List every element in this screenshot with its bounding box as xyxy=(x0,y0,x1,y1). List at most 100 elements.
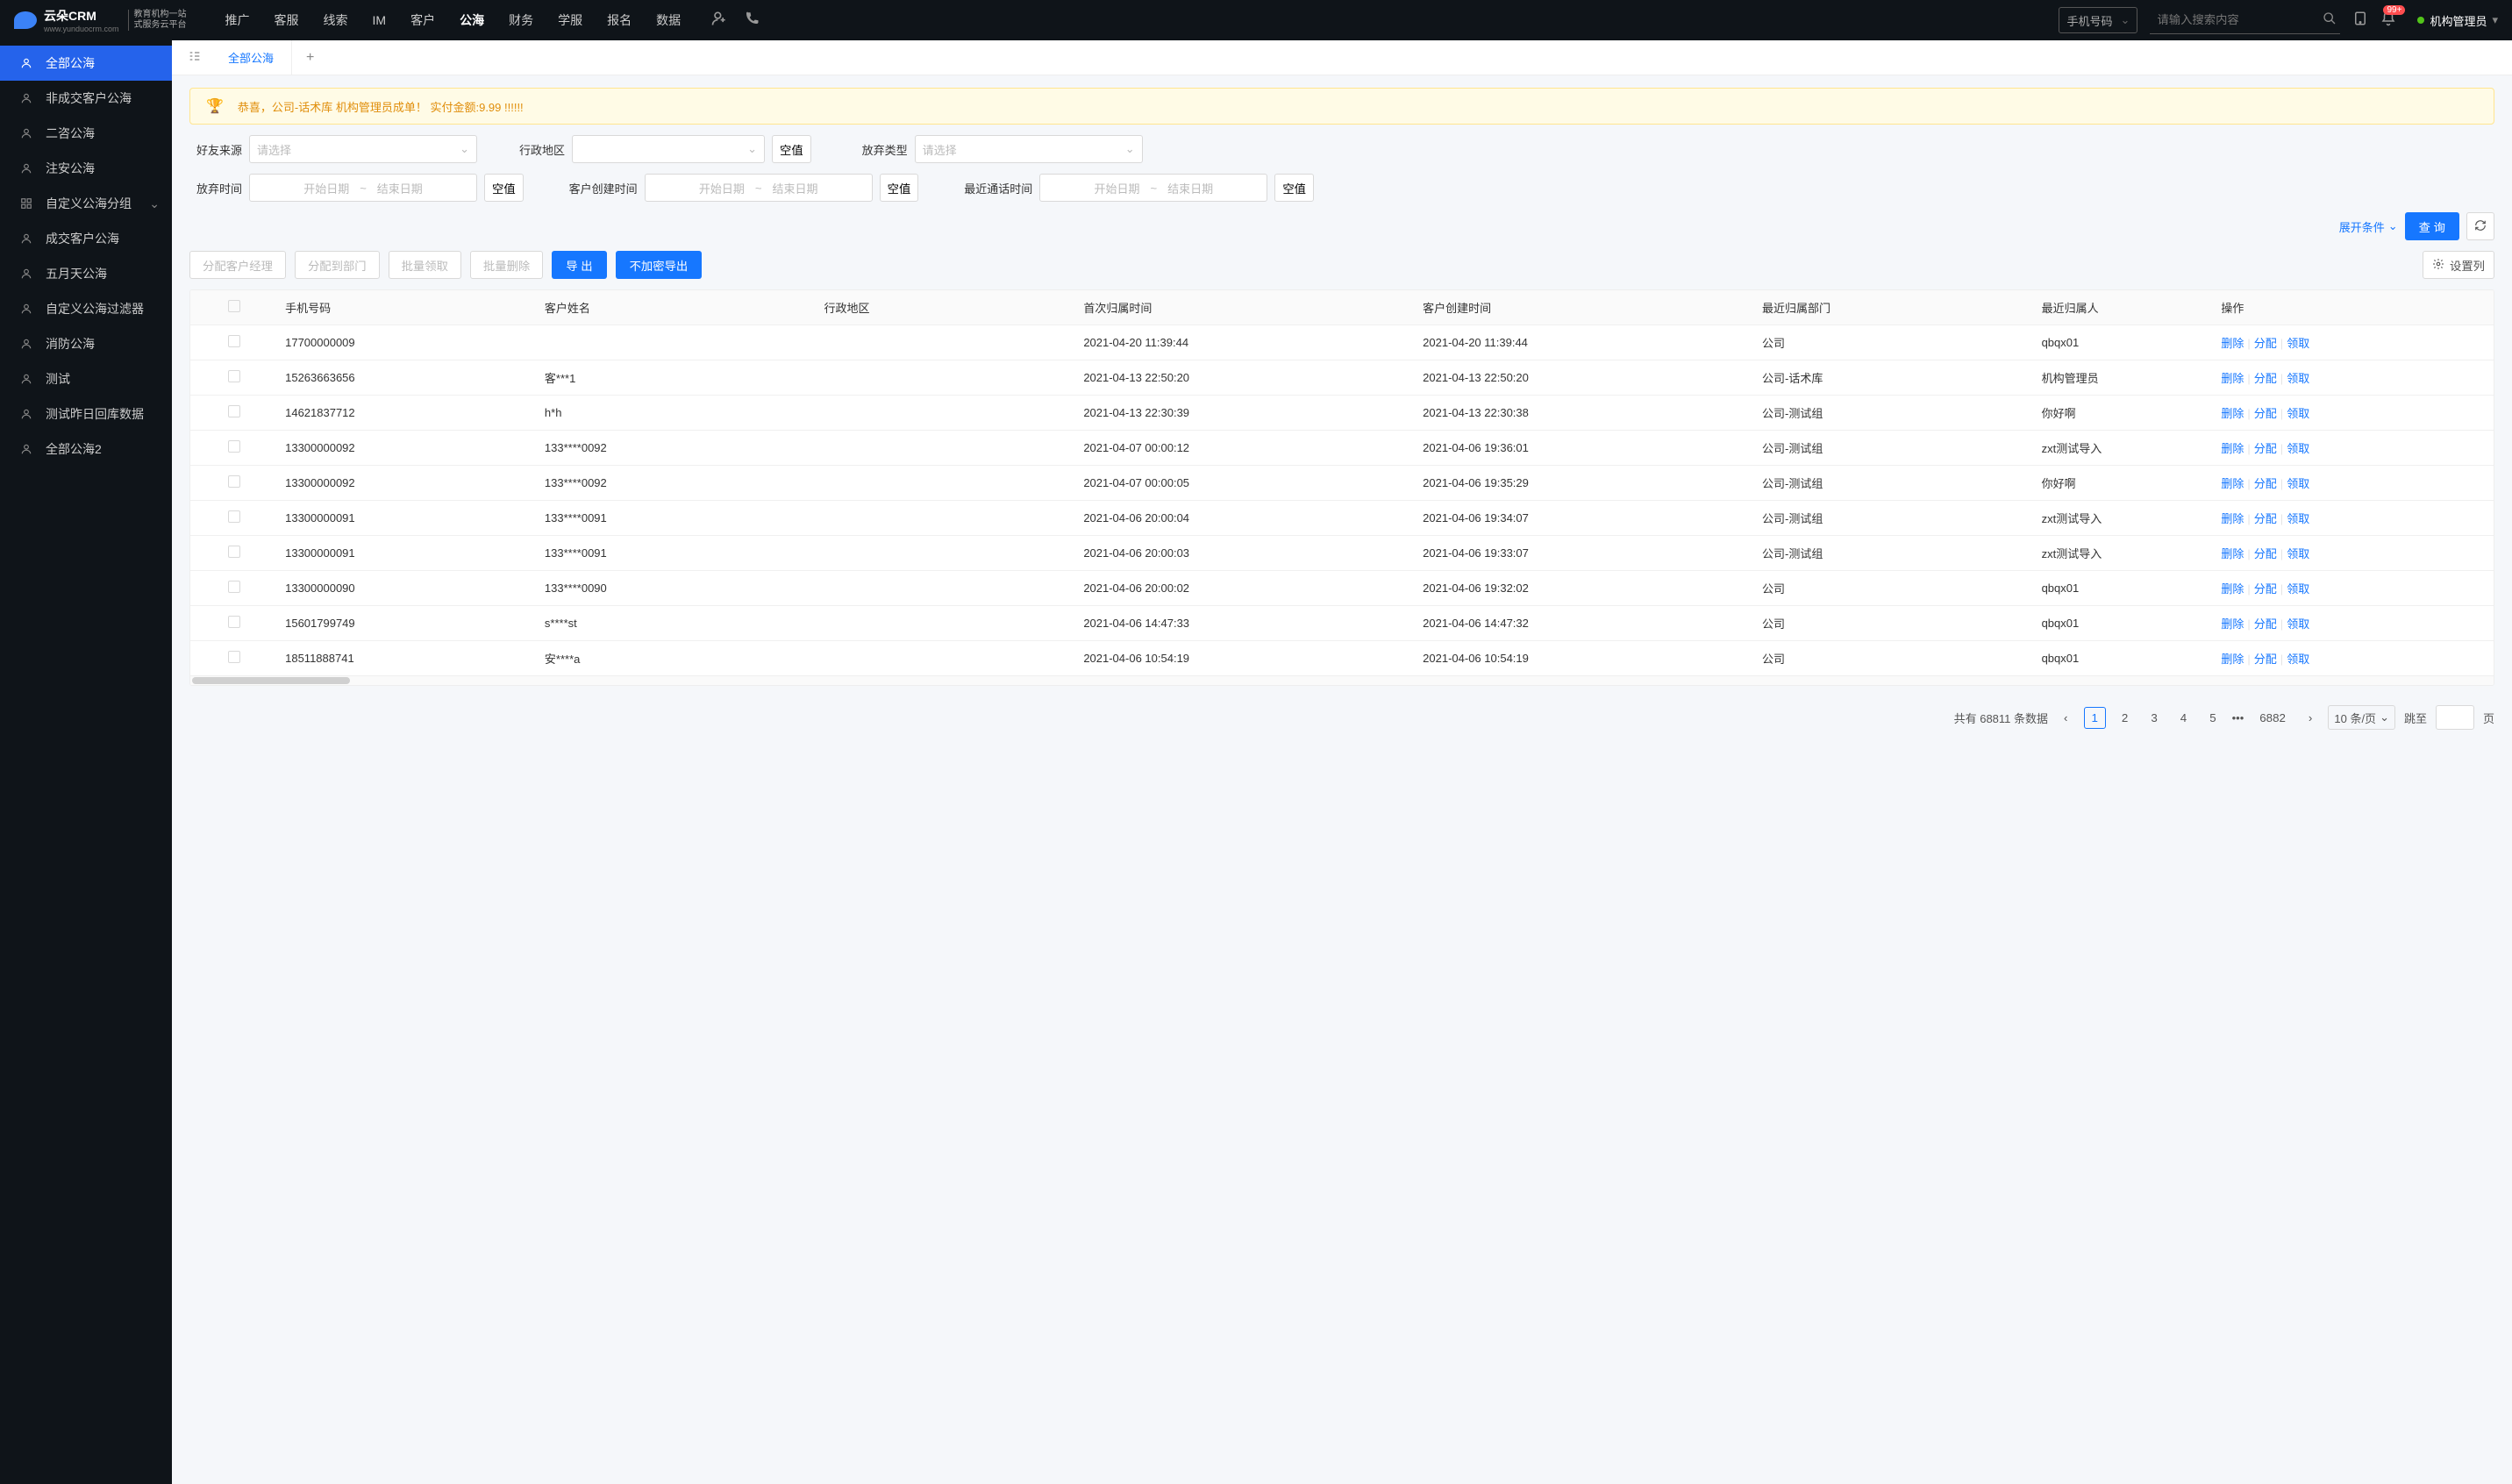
sidebar-item-0[interactable]: 全部公海 xyxy=(0,46,172,81)
nav-报名[interactable]: 报名 xyxy=(595,0,644,40)
tablet-icon[interactable] xyxy=(2352,11,2368,31)
op-claim[interactable]: 领取 xyxy=(2287,442,2309,455)
row-checkbox[interactable] xyxy=(228,475,240,488)
sidebar-item-2[interactable]: 二咨公海 xyxy=(0,116,172,151)
op-delete[interactable]: 删除 xyxy=(2221,337,2244,350)
add-user-icon[interactable] xyxy=(710,10,728,32)
sidebar-item-5[interactable]: 成交客户公海 xyxy=(0,221,172,256)
op-delete[interactable]: 删除 xyxy=(2221,582,2244,596)
op-assign[interactable]: 分配 xyxy=(2254,653,2277,666)
op-assign[interactable]: 分配 xyxy=(2254,512,2277,525)
op-claim[interactable]: 领取 xyxy=(2287,617,2309,631)
op-claim[interactable]: 领取 xyxy=(2287,582,2309,596)
op-delete[interactable]: 删除 xyxy=(2221,442,2244,455)
assign-manager-button[interactable]: 分配客户经理 xyxy=(189,251,286,279)
nav-客服[interactable]: 客服 xyxy=(262,0,311,40)
op-assign[interactable]: 分配 xyxy=(2254,442,2277,455)
sidebar-item-6[interactable]: 五月天公海 xyxy=(0,256,172,291)
abandon-time-range[interactable]: 开始日期~结束日期 xyxy=(249,174,477,202)
select-all-checkbox[interactable] xyxy=(228,300,240,312)
page-last[interactable]: 6882 xyxy=(2252,708,2293,728)
search-input[interactable] xyxy=(2150,7,2319,33)
page-4[interactable]: 4 xyxy=(2173,708,2194,728)
op-claim[interactable]: 领取 xyxy=(2287,477,2309,490)
op-claim[interactable]: 领取 xyxy=(2287,547,2309,560)
region-null-button[interactable]: 空值 xyxy=(772,135,811,163)
row-checkbox[interactable] xyxy=(228,651,240,663)
batch-delete-button[interactable]: 批量删除 xyxy=(470,251,543,279)
row-checkbox[interactable] xyxy=(228,581,240,593)
page-1[interactable]: 1 xyxy=(2084,707,2106,729)
search-icon[interactable] xyxy=(2323,11,2337,28)
op-delete[interactable]: 删除 xyxy=(2221,477,2244,490)
sidebar-item-4[interactable]: 自定义公海分组⌄ xyxy=(0,186,172,221)
bell-icon[interactable]: 99+ xyxy=(2380,11,2396,31)
prev-page-button[interactable]: ‹ xyxy=(2057,708,2074,728)
op-assign[interactable]: 分配 xyxy=(2254,617,2277,631)
op-claim[interactable]: 领取 xyxy=(2287,407,2309,420)
filter-source-select[interactable]: 请选择⌄ xyxy=(249,135,477,163)
op-delete[interactable]: 删除 xyxy=(2221,512,2244,525)
row-checkbox[interactable] xyxy=(228,405,240,417)
sidebar-item-1[interactable]: 非成交客户公海 xyxy=(0,81,172,116)
abandon-time-null-button[interactable]: 空值 xyxy=(484,174,524,202)
tab-add-button[interactable]: + xyxy=(292,50,328,66)
sidebar-item-11[interactable]: 全部公海2 xyxy=(0,432,172,467)
op-assign[interactable]: 分配 xyxy=(2254,407,2277,420)
tab-list-icon[interactable] xyxy=(179,49,211,66)
op-claim[interactable]: 领取 xyxy=(2287,512,2309,525)
row-checkbox[interactable] xyxy=(228,510,240,523)
nav-数据[interactable]: 数据 xyxy=(644,0,693,40)
op-claim[interactable]: 领取 xyxy=(2287,337,2309,350)
nav-学服[interactable]: 学服 xyxy=(546,0,595,40)
filter-abandon-type-select[interactable]: 请选择⌄ xyxy=(915,135,1143,163)
op-assign[interactable]: 分配 xyxy=(2254,547,2277,560)
sidebar-item-7[interactable]: 自定义公海过滤器 xyxy=(0,291,172,326)
sidebar-item-8[interactable]: 消防公海 xyxy=(0,326,172,361)
nav-客户[interactable]: 客户 xyxy=(398,0,447,40)
op-delete[interactable]: 删除 xyxy=(2221,372,2244,385)
op-delete[interactable]: 删除 xyxy=(2221,547,2244,560)
create-time-null-button[interactable]: 空值 xyxy=(880,174,919,202)
search-button[interactable]: 查 询 xyxy=(2405,212,2459,240)
nav-财务[interactable]: 财务 xyxy=(496,0,546,40)
filter-region-select[interactable]: ⌄ xyxy=(572,135,765,163)
last-call-range[interactable]: 开始日期~结束日期 xyxy=(1039,174,1267,202)
expand-filters-link[interactable]: 展开条件 ⌄ xyxy=(2339,218,2398,235)
page-size-select[interactable]: 10 条/页⌄ xyxy=(2328,705,2395,730)
sidebar-item-9[interactable]: 测试 xyxy=(0,361,172,396)
op-assign[interactable]: 分配 xyxy=(2254,372,2277,385)
logo[interactable]: 云朵CRM www.yunduocrm.com 教育机构一站 式服务云平台 xyxy=(14,7,187,33)
next-page-button[interactable]: › xyxy=(2301,708,2319,728)
op-assign[interactable]: 分配 xyxy=(2254,582,2277,596)
export-button[interactable]: 导 出 xyxy=(552,251,606,279)
search-type-select[interactable]: 手机号码 ⌄ xyxy=(2059,7,2137,33)
page-3[interactable]: 3 xyxy=(2144,708,2164,728)
export-plain-button[interactable]: 不加密导出 xyxy=(616,251,703,279)
sidebar-item-3[interactable]: 注安公海 xyxy=(0,151,172,186)
tab-all-pool[interactable]: 全部公海 xyxy=(211,40,292,75)
op-claim[interactable]: 领取 xyxy=(2287,372,2309,385)
sidebar-item-10[interactable]: 测试昨日回库数据 xyxy=(0,396,172,432)
op-delete[interactable]: 删除 xyxy=(2221,617,2244,631)
op-delete[interactable]: 删除 xyxy=(2221,407,2244,420)
nav-公海[interactable]: 公海 xyxy=(447,0,496,40)
row-checkbox[interactable] xyxy=(228,616,240,628)
nav-推广[interactable]: 推广 xyxy=(213,0,262,40)
user-menu[interactable]: 机构管理员 ▾ xyxy=(2417,12,2498,29)
row-checkbox[interactable] xyxy=(228,335,240,347)
batch-claim-button[interactable]: 批量领取 xyxy=(389,251,461,279)
set-columns-button[interactable]: 设置列 xyxy=(2423,251,2494,279)
page-2[interactable]: 2 xyxy=(2115,708,2135,728)
nav-IM[interactable]: IM xyxy=(360,0,399,40)
last-call-null-button[interactable]: 空值 xyxy=(1274,174,1314,202)
create-time-range[interactable]: 开始日期~结束日期 xyxy=(645,174,873,202)
row-checkbox[interactable] xyxy=(228,370,240,382)
row-checkbox[interactable] xyxy=(228,546,240,558)
jump-input[interactable] xyxy=(2436,705,2474,730)
nav-线索[interactable]: 线索 xyxy=(311,0,360,40)
op-claim[interactable]: 领取 xyxy=(2287,653,2309,666)
op-delete[interactable]: 删除 xyxy=(2221,653,2244,666)
refresh-button[interactable] xyxy=(2466,212,2494,240)
page-5[interactable]: 5 xyxy=(2202,708,2223,728)
